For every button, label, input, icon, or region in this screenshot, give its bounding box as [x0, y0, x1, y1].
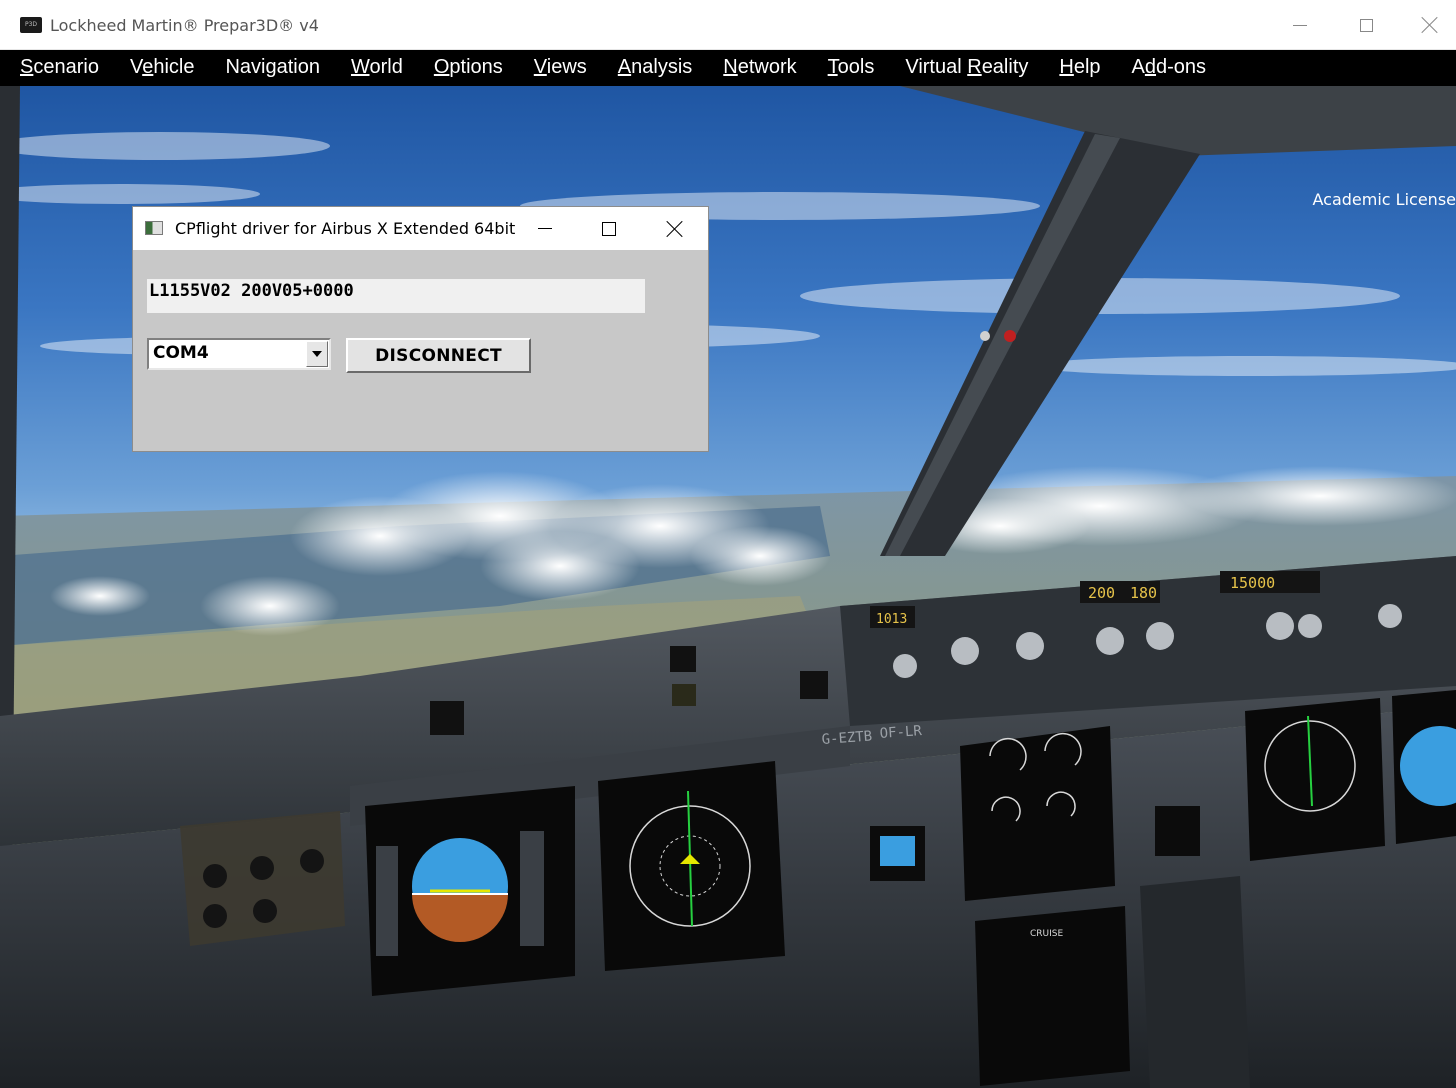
com-port-select[interactable]: COM4	[147, 338, 331, 370]
fcu-altitude-display: 15000	[1230, 574, 1275, 592]
app-logo-icon: P3D	[20, 17, 42, 33]
com-port-dropdown-button[interactable]	[306, 341, 328, 367]
minimize-icon	[538, 228, 552, 229]
fcu-speed-display: 200	[1088, 584, 1115, 602]
menu-vehicle[interactable]: Vehicle	[110, 50, 206, 86]
ecam-upper-display	[960, 726, 1115, 901]
nd-display	[598, 761, 785, 971]
window-title: Lockheed Martin® Prepar3D® v4	[50, 16, 319, 35]
menu-bar: Scenario Vehicle Navigation World Option…	[0, 50, 1456, 86]
dialog-titlebar[interactable]: CPflight driver for Airbus X Extended 64…	[133, 207, 708, 250]
menu-help[interactable]: Help	[1039, 50, 1111, 86]
ecam-mode-label: CRUISE	[1030, 929, 1063, 939]
close-icon	[666, 220, 684, 238]
menu-virtual-reality[interactable]: Virtual Reality	[885, 50, 1039, 86]
driver-status-field: L1155V02 200V05+0000	[147, 279, 645, 313]
close-icon	[1421, 16, 1439, 34]
maximize-icon	[602, 221, 616, 236]
maximize-button[interactable]	[1334, 0, 1398, 50]
menu-scenario[interactable]: Scenario	[0, 50, 110, 86]
menu-network[interactable]: Network	[703, 50, 807, 86]
pedestal	[1140, 876, 1250, 1088]
registration-right: OF-LR	[879, 723, 923, 742]
minimize-icon	[1293, 24, 1307, 26]
menu-tools[interactable]: Tools	[808, 50, 886, 86]
maximize-icon	[1359, 18, 1373, 32]
com-port-value: COM4	[153, 343, 209, 363]
dialog-maximize-button[interactable]	[577, 207, 641, 250]
close-button[interactable]	[1398, 0, 1456, 50]
dialog-app-icon	[145, 221, 163, 235]
menu-options[interactable]: Options	[414, 50, 514, 86]
menu-navigation[interactable]: Navigation	[205, 50, 331, 86]
menu-add-ons[interactable]: Add-ons	[1112, 50, 1218, 86]
overhead-frame	[900, 86, 1456, 156]
menu-world[interactable]: World	[331, 50, 414, 86]
cpflight-dialog: CPflight driver for Airbus X Extended 64…	[132, 206, 709, 452]
baro-display: 1013	[876, 612, 907, 627]
fcu-heading-display: 180	[1130, 584, 1157, 602]
disconnect-button[interactable]: DISCONNECT	[346, 338, 531, 373]
menu-views[interactable]: Views	[514, 50, 598, 86]
dialog-close-button[interactable]	[643, 207, 707, 250]
dialog-title: CPflight driver for Airbus X Extended 64…	[175, 219, 516, 238]
main-titlebar[interactable]: P3D Lockheed Martin® Prepar3D® v4	[0, 0, 1456, 50]
minimize-button[interactable]	[1268, 0, 1332, 50]
dialog-minimize-button[interactable]	[513, 207, 577, 250]
chevron-down-icon	[312, 351, 322, 357]
license-watermark: Academic License	[1312, 190, 1456, 209]
menu-analysis[interactable]: Analysis	[598, 50, 703, 86]
